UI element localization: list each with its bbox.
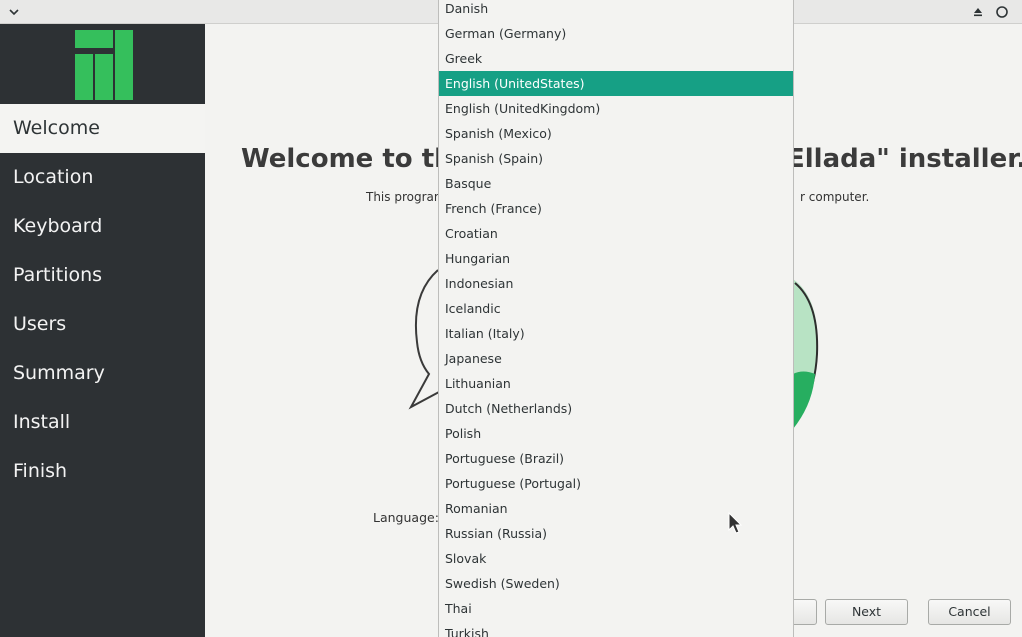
language-option[interactable]: Icelandic [439, 296, 793, 321]
sidebar-item-users: Users [13, 313, 67, 335]
language-option[interactable]: English (UnitedKingdom) [439, 96, 793, 121]
language-option[interactable]: Polish [439, 421, 793, 446]
language-option[interactable]: Danish [439, 0, 793, 21]
welcome-title-right: Ellada" installer. [787, 144, 1022, 174]
sidebar-item-install: Install [13, 411, 71, 433]
language-option[interactable]: Thai [439, 596, 793, 621]
sidebar-item-partitions: Partitions [13, 264, 103, 286]
language-option[interactable]: Portuguese (Brazil) [439, 446, 793, 471]
manjaro-logo [75, 30, 133, 100]
sidebar: Welcome Location Keyboard Partitions Use… [0, 24, 205, 637]
sidebar-item-finish: Finish [13, 460, 68, 482]
language-option[interactable]: Greek [439, 46, 793, 71]
language-option[interactable]: Hungarian [439, 246, 793, 271]
eject-icon[interactable] [970, 4, 986, 20]
language-option[interactable]: French (France) [439, 196, 793, 221]
welcome-title-left: Welcome to the [241, 144, 471, 174]
language-option[interactable]: Slovak [439, 546, 793, 571]
language-option[interactable]: German (Germany) [439, 21, 793, 46]
language-option[interactable]: Japanese [439, 346, 793, 371]
next-button[interactable]: Next [825, 599, 908, 625]
language-option[interactable]: Lithuanian [439, 371, 793, 396]
language-option-selected[interactable]: English (UnitedStates) [439, 71, 793, 96]
sidebar-item-location: Location [13, 166, 94, 188]
sidebar-item-keyboard: Keyboard [13, 215, 103, 237]
welcome-subtitle-left: This program [366, 190, 446, 204]
language-dropdown-list[interactable]: Danish German (Germany) Greek English (U… [438, 0, 794, 637]
welcome-subtitle-right: r computer. [800, 190, 870, 204]
language-option[interactable]: Spanish (Spain) [439, 146, 793, 171]
language-option[interactable]: Swedish (Sweden) [439, 571, 793, 596]
sidebar-item-summary: Summary [13, 362, 105, 384]
language-option[interactable]: Portuguese (Portugal) [439, 471, 793, 496]
language-option[interactable]: Croatian [439, 221, 793, 246]
mouse-cursor-icon [728, 512, 743, 534]
language-option[interactable]: Italian (Italy) [439, 321, 793, 346]
language-option[interactable]: Turkish [439, 621, 793, 637]
sidebar-item-welcome: Welcome [0, 104, 205, 153]
language-option[interactable]: Basque [439, 171, 793, 196]
language-option[interactable]: Spanish (Mexico) [439, 121, 793, 146]
cancel-button[interactable]: Cancel [928, 599, 1011, 625]
language-option[interactable]: Dutch (Netherlands) [439, 396, 793, 421]
language-label: Language: [373, 510, 439, 525]
language-option[interactable]: Indonesian [439, 271, 793, 296]
globe-illustration [793, 279, 819, 429]
circle-icon[interactable] [994, 4, 1010, 20]
